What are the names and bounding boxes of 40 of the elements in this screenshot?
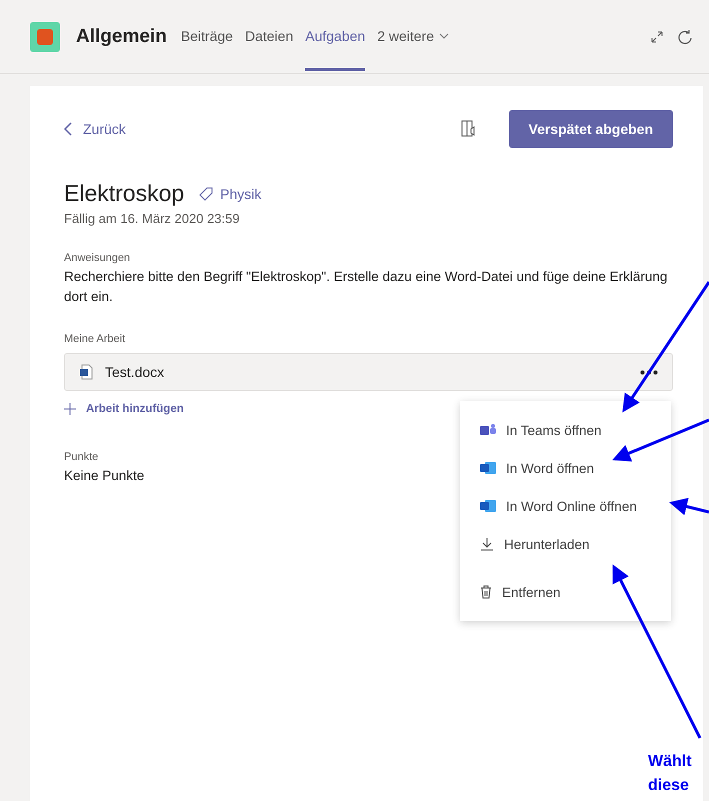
submit-late-button[interactable]: Verspätet abgeben: [508, 110, 673, 148]
teams-icon: [480, 424, 496, 436]
points-value: Keine Punkte: [64, 467, 144, 485]
channel-tab[interactable]: Aufgaben: [305, 2, 366, 71]
more-options-icon[interactable]: [640, 370, 658, 374]
word-document-icon: [79, 364, 93, 380]
annotation-text: Wählt: [648, 752, 692, 772]
menu-item[interactable]: Herunterladen: [460, 525, 671, 563]
file-name: Test.docx: [105, 364, 164, 380]
chevron-down-icon: [439, 33, 449, 39]
tag-icon: [198, 186, 214, 202]
file-attachment[interactable]: Test.docx: [64, 353, 673, 391]
add-work-link[interactable]: Arbeit hinzufügen: [64, 403, 184, 415]
section-label: Anweisungen: [64, 252, 132, 264]
word-icon: [480, 500, 496, 512]
channel-tab[interactable]: Beiträge: [180, 2, 233, 71]
menu-item[interactable]: In Word öffnen: [460, 449, 671, 487]
expand-icon[interactable]: [649, 28, 665, 44]
menu-item[interactable]: In Word Online öffnen: [460, 487, 671, 525]
due-date: Fällig am 16. März 2020 23:59: [64, 211, 241, 226]
menu-item[interactable]: Entfernen: [460, 573, 671, 611]
word-icon: [480, 462, 496, 474]
download-icon: [480, 537, 494, 551]
menu-item[interactable]: In Teams öffnen: [460, 411, 671, 449]
annotation-text: diese: [648, 776, 690, 796]
annotation-arrow: [669, 498, 709, 516]
team-name: Allgemein: [76, 26, 167, 48]
back-link[interactable]: Zurück: [64, 121, 126, 137]
plus-icon: [64, 403, 76, 415]
more-tabs-dropdown[interactable]: 2 weitere: [377, 2, 449, 71]
channel-tab[interactable]: Dateien: [244, 2, 294, 71]
refresh-icon[interactable]: [677, 28, 693, 44]
chevron-left-icon: [64, 122, 73, 136]
section-label: Meine Arbeit: [64, 333, 126, 345]
assignment-title: Elektroskop: [64, 180, 184, 207]
instructions-text: Recherchiere bitte den Begriff "Elektroskop". Erstelle dazu eine Word-Datei und füge deine Erklärung dort ein.: [64, 268, 668, 306]
section-label: Punkte: [64, 451, 100, 463]
delete-icon: [480, 585, 492, 599]
category-tag: Physik: [220, 186, 262, 202]
team-logo-icon: [30, 22, 60, 52]
